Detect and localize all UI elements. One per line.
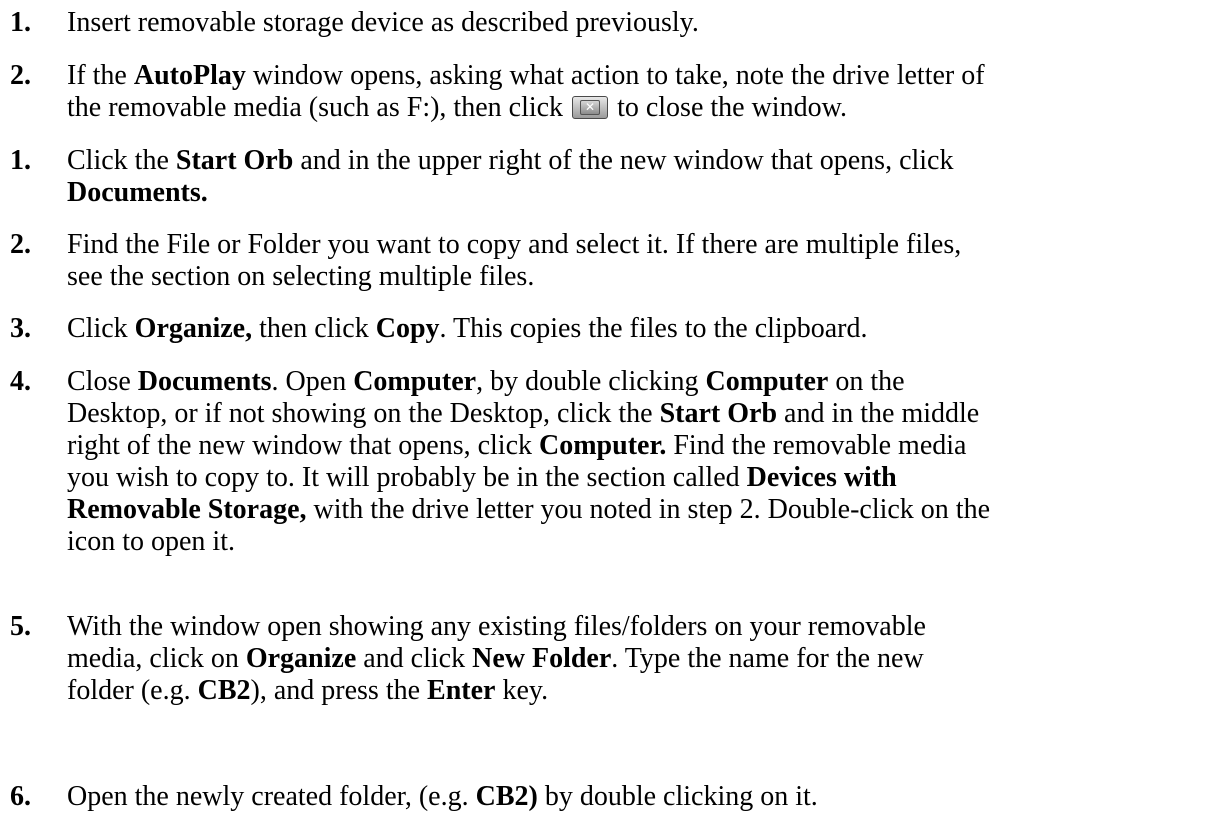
- instruction-document: 1. Insert removable storage device as de…: [0, 0, 1232, 827]
- step-number: 4.: [10, 366, 31, 397]
- step-text: If the AutoPlay window opens, asking wha…: [67, 60, 985, 123]
- step-number: 3.: [10, 313, 31, 344]
- close-x-icon: ✕: [572, 96, 609, 119]
- step-text: Click Organize, then click Copy. This co…: [67, 313, 868, 344]
- step-text: Insert removable storage device as descr…: [67, 7, 699, 38]
- step-text: Click the Start Orb and in the upper rig…: [67, 145, 954, 208]
- step-text: Close Documents. Open Computer, by doubl…: [67, 366, 991, 557]
- step-text: With the window open showing any existin…: [67, 611, 926, 706]
- step-number: 1.: [10, 7, 31, 38]
- step-number: 1.: [10, 145, 31, 176]
- step-number: 2.: [10, 60, 31, 91]
- step-text: Find the File or Folder you want to copy…: [67, 229, 962, 292]
- step-number: 2.: [10, 229, 31, 260]
- step-text: Open the newly created folder, (e.g. CB2…: [67, 781, 818, 812]
- step-number: 5.: [10, 611, 31, 642]
- step-number: 6.: [10, 781, 31, 812]
